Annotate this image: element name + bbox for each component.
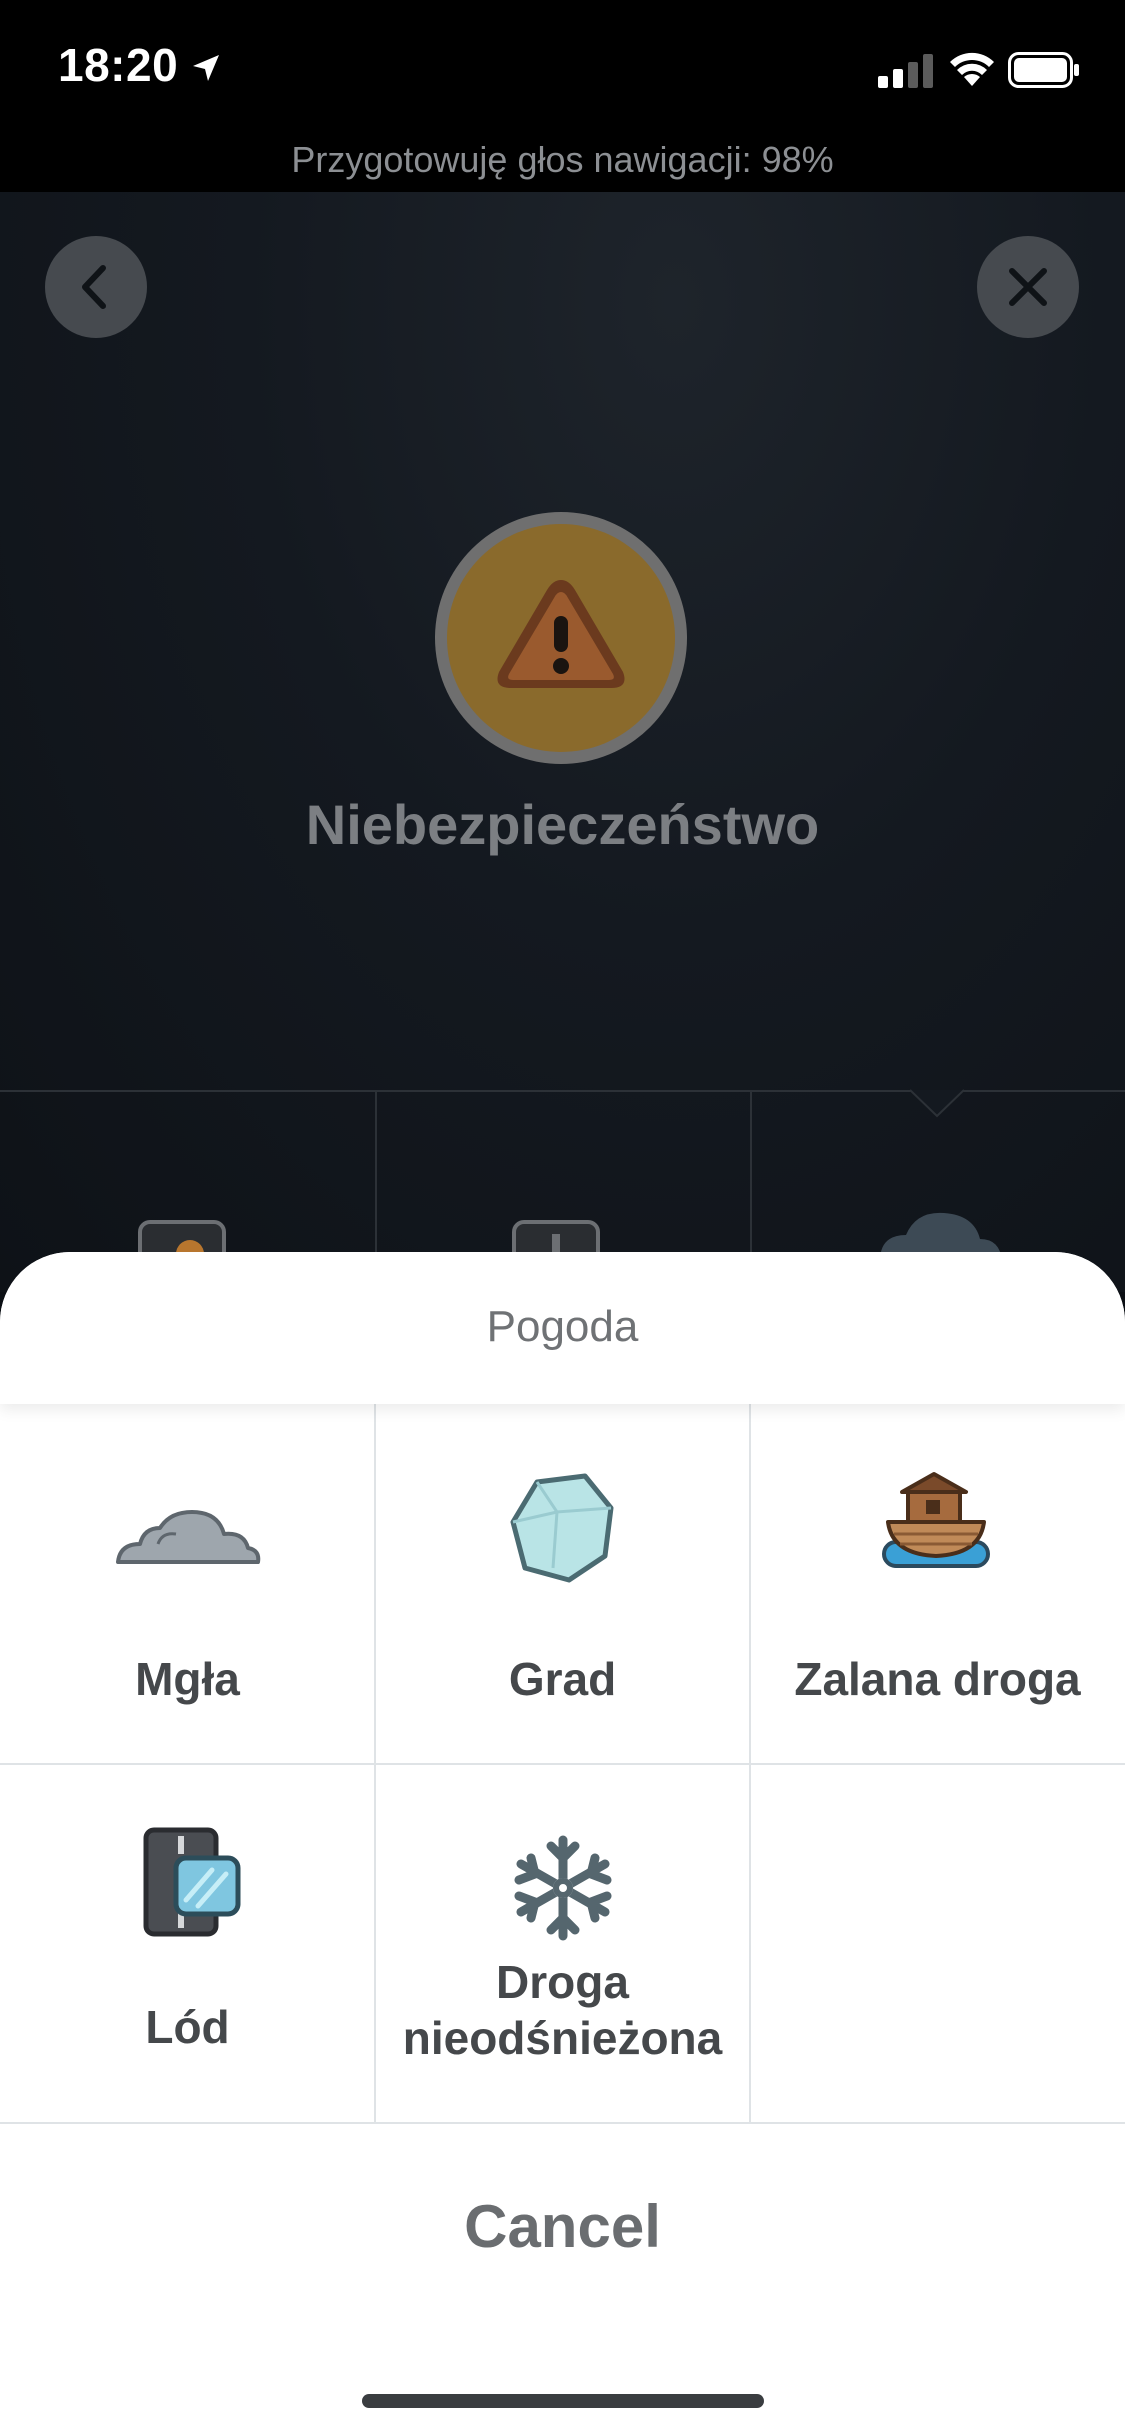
- option-label: Mgła: [135, 1653, 240, 1705]
- grid-divider: [0, 2122, 1125, 2124]
- hazard-badge-inner: [447, 524, 675, 752]
- location-arrow-icon: [193, 55, 219, 81]
- status-bar: 18:20: [0, 0, 1125, 140]
- option-label-line2: nieodśnieżona: [402, 2012, 723, 2064]
- option-flooded-road[interactable]: Zalana droga: [750, 1404, 1125, 1764]
- option-label: Grad: [508, 1653, 617, 1705]
- status-time: 18:20: [58, 39, 179, 91]
- wifi-icon: [950, 52, 994, 86]
- snowflake-icon: [514, 1835, 612, 1941]
- selected-category-pointer: [910, 1089, 964, 1118]
- voice-download-banner: Przygotowuję głos nawigacji: 98%: [0, 140, 1125, 192]
- weather-options-grid: Mgła Grad Zalana droga Lód Droga nieodśn…: [0, 1404, 1125, 2124]
- option-label: Droga nieodśnieżona: [375, 1954, 750, 2066]
- sheet-header: Pogoda: [0, 1252, 1125, 1404]
- hazard-title: Niebezpieczeństwo: [305, 793, 820, 856]
- option-label: Lód: [145, 2001, 230, 2053]
- ice-road-icon: [143, 1827, 241, 1937]
- home-indicator[interactable]: [362, 2394, 764, 2408]
- chevron-left-icon: [82, 265, 106, 309]
- grid-divider: [0, 1763, 1125, 1765]
- warning-triangle-icon: [497, 580, 625, 688]
- cancel-button[interactable]: Cancel: [0, 2192, 1125, 2261]
- hail-ice-icon: [510, 1473, 614, 1583]
- option-ice[interactable]: Lód: [0, 1764, 375, 2124]
- empty-cell: [750, 1764, 1125, 2124]
- back-button[interactable]: [45, 236, 147, 338]
- option-unplowed-road[interactable]: Droga nieodśnieżona: [375, 1764, 750, 2124]
- close-icon: [1009, 268, 1047, 306]
- option-hail[interactable]: Grad: [375, 1404, 750, 1764]
- close-button[interactable]: [977, 236, 1079, 338]
- option-label: Zalana droga: [794, 1653, 1081, 1705]
- battery-icon: [1008, 52, 1079, 88]
- weather-sheet: Pogoda Mgła Grad Zalana droga Lód Droga …: [0, 1252, 1125, 2436]
- option-label-line1: Droga: [496, 1956, 629, 2008]
- flooded-road-ark-icon: [882, 1472, 990, 1568]
- option-fog[interactable]: Mgła: [0, 1404, 375, 1764]
- sheet-title: Pogoda: [486, 1302, 639, 1351]
- hazard-badge: [435, 512, 687, 764]
- fog-cloud-icon: [116, 1510, 261, 1564]
- signal-icon: [878, 54, 933, 88]
